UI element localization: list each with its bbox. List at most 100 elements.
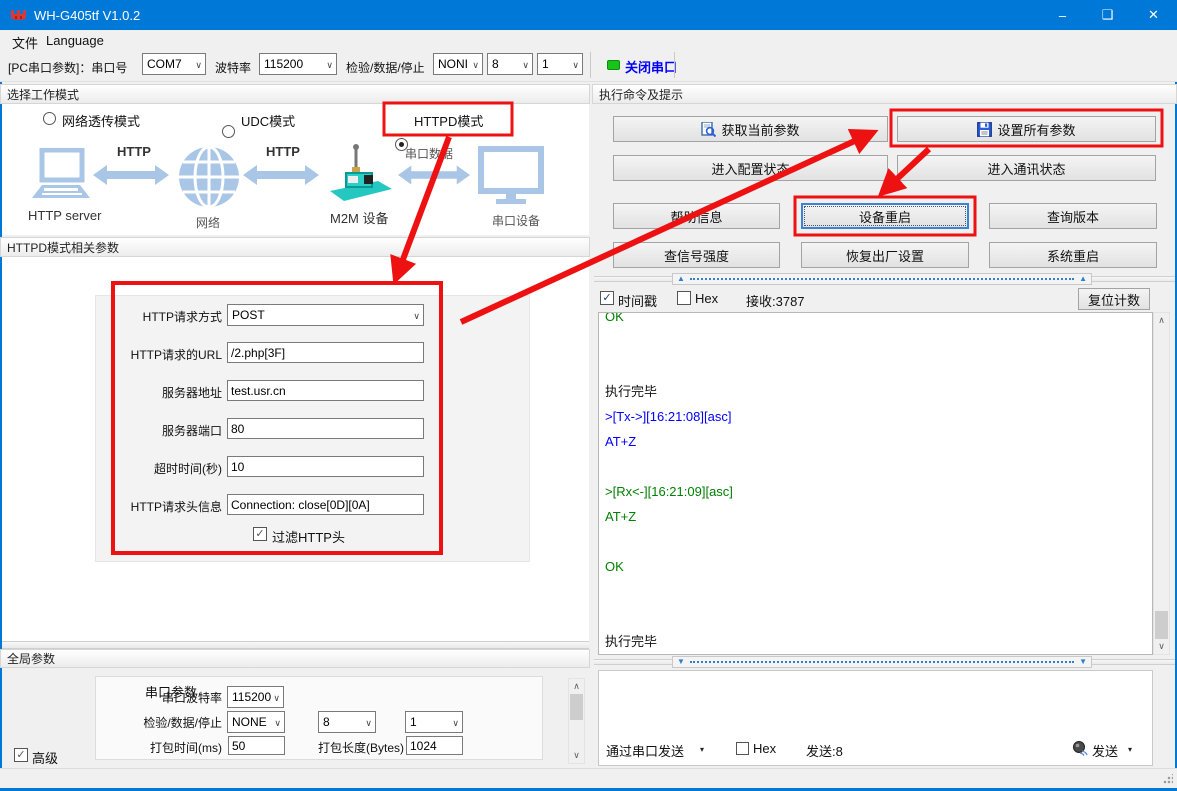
- maximize-icon: ❑: [1102, 7, 1114, 23]
- splitter-down-icon[interactable]: ▼: [677, 658, 685, 666]
- recv-hex-label: Hex: [695, 291, 718, 306]
- global-scrollbar-thumb[interactable]: [570, 694, 583, 720]
- menu-language[interactable]: Language: [46, 33, 104, 48]
- help-button[interactable]: 帮助信息: [613, 203, 780, 229]
- parity-label: 检验/数据/停止: [346, 59, 425, 76]
- timeout-input[interactable]: [227, 456, 424, 477]
- get-params-button[interactable]: 获取当前参数: [613, 116, 888, 142]
- global-parity-label: 检验/数据/停止: [120, 714, 222, 731]
- send-via-serial-button[interactable]: 通过串口发送: [606, 741, 684, 760]
- reset-count-button[interactable]: 复位计数: [1078, 288, 1150, 310]
- log-line: OK: [599, 554, 1152, 579]
- filter-http-label: 过滤HTTP头: [272, 527, 345, 546]
- global-scrollbar[interactable]: ∧ ∨: [568, 678, 585, 764]
- scroll-down-icon[interactable]: ∨: [1154, 639, 1169, 654]
- scroll-up-icon[interactable]: ∧: [1154, 313, 1169, 328]
- server-addr-input[interactable]: [227, 380, 424, 401]
- check-icon: ✓: [602, 293, 611, 304]
- menu-file[interactable]: 文件: [12, 33, 38, 52]
- log-line: >[Rx<-][16:21:09][asc]: [599, 479, 1152, 504]
- caret-down-icon[interactable]: ▾: [1128, 745, 1132, 754]
- scroll-up-icon[interactable]: ∧: [569, 679, 584, 694]
- radio-udc-label[interactable]: UDC模式: [241, 111, 295, 130]
- send-splitter[interactable]: ▼ ▼: [672, 656, 1092, 668]
- log-area[interactable]: OK 执行完毕>[Tx->][16:21:08][asc]AT+Z >[Rx<-…: [598, 312, 1153, 655]
- filter-http-checkbox[interactable]: ✓: [253, 527, 267, 541]
- splitter-up-icon[interactable]: ▲: [677, 275, 685, 283]
- signal-strength-button[interactable]: 查信号强度: [613, 242, 780, 268]
- log-line: >[Tx->][16:21:08][asc]: [599, 404, 1152, 429]
- timestamp-checkbox[interactable]: ✓: [600, 291, 614, 305]
- send-hex-checkbox[interactable]: [736, 742, 749, 755]
- scroll-down-icon[interactable]: ∨: [569, 748, 584, 763]
- set-params-button[interactable]: 设置所有参数: [897, 116, 1156, 142]
- query-version-button[interactable]: 查询版本: [989, 203, 1157, 229]
- global-stopbits-select[interactable]: 1 ∨: [405, 711, 463, 733]
- splitter-up-icon[interactable]: ▲: [1079, 275, 1087, 283]
- advanced-label: 高级: [32, 748, 58, 767]
- log-scrollbar-thumb[interactable]: [1155, 611, 1168, 639]
- packtime-input[interactable]: [228, 736, 285, 755]
- check-icon: ✓: [255, 529, 264, 540]
- chevron-down-icon: ∨: [274, 719, 281, 727]
- splitter-groove: [1090, 659, 1175, 665]
- radio-udc-mode[interactable]: [222, 125, 235, 138]
- send-button[interactable]: 发送: [1092, 741, 1118, 760]
- factory-reset-button[interactable]: 恢复出厂设置: [801, 242, 969, 268]
- minimize-button[interactable]: –: [1040, 0, 1085, 30]
- menu-bar: [0, 30, 1177, 51]
- radio-transparent-label[interactable]: 网络透传模式: [62, 111, 140, 130]
- global-parity-select[interactable]: NONE ∨: [227, 711, 285, 733]
- close-icon: ✕: [1148, 7, 1159, 23]
- maximize-button[interactable]: ❑: [1085, 0, 1130, 30]
- packlen-input[interactable]: [406, 736, 463, 755]
- recv-hex-checkbox[interactable]: [677, 291, 691, 305]
- enter-config-button[interactable]: 进入配置状态: [613, 155, 888, 181]
- resize-grip[interactable]: [1163, 774, 1173, 784]
- close-serial-button[interactable]: 关闭串口: [625, 57, 677, 76]
- close-button[interactable]: ✕: [1130, 0, 1177, 30]
- global-databits-select[interactable]: 8 ∨: [318, 711, 376, 733]
- com-port-value: COM7: [147, 57, 182, 71]
- set-params-label: 设置所有参数: [997, 120, 1075, 139]
- caret-down-icon[interactable]: ▾: [700, 745, 704, 754]
- baud-select[interactable]: 115200 ∨: [259, 53, 337, 75]
- server-addr-label: 服务器地址: [60, 384, 222, 401]
- server-port-input[interactable]: [227, 418, 424, 439]
- check-icon: ✓: [16, 750, 25, 761]
- advanced-checkbox[interactable]: ✓: [14, 748, 28, 762]
- app-window: WH-G405tf V1.0.2 – ❑ ✕ 文件 Language [PC串口…: [0, 0, 1177, 791]
- sent-count: 发送:8: [806, 741, 843, 760]
- timeout-label: 超时时间(秒): [60, 460, 222, 477]
- reboot-device-button[interactable]: 设备重启: [801, 203, 969, 229]
- databits-select[interactable]: 8 ∨: [487, 53, 533, 75]
- system-reboot-button[interactable]: 系统重启: [989, 242, 1157, 268]
- enter-config-label: 进入配置状态: [711, 159, 789, 178]
- com-port-select[interactable]: COM7 ∨: [142, 53, 206, 75]
- http-url-input[interactable]: [227, 342, 424, 363]
- pc-serial-group-label: [PC串口参数]：串口号: [8, 59, 127, 76]
- splitter-groove: [594, 659, 674, 665]
- help-label: 帮助信息: [670, 207, 722, 226]
- left-splitter[interactable]: [2, 641, 589, 649]
- chevron-down-icon: ∨: [413, 312, 420, 320]
- parity-select[interactable]: NONI ∨: [433, 53, 483, 75]
- radio-httpd-label[interactable]: HTTPD模式: [414, 111, 483, 130]
- log-splitter[interactable]: ▲ ▲: [672, 273, 1092, 285]
- laptop-icon: [30, 148, 92, 206]
- timestamp-label: 时间戳: [618, 291, 657, 310]
- baud-label: 波特率: [215, 59, 251, 76]
- global-baud-select[interactable]: 115200 ∨: [227, 686, 284, 708]
- send-sound-icon: [1072, 740, 1088, 756]
- http-method-select[interactable]: POST ∨: [227, 304, 424, 326]
- global-baud-value: 115200: [232, 690, 271, 704]
- diagram-node-http-server: HTTP server: [28, 208, 101, 223]
- stopbits-select[interactable]: 1 ∨: [537, 53, 583, 75]
- monitor-icon: [478, 146, 544, 206]
- radio-transparent-mode[interactable]: [43, 112, 56, 125]
- http-header-input[interactable]: [227, 494, 424, 515]
- enter-comm-button[interactable]: 进入通讯状态: [897, 155, 1156, 181]
- log-line: AT+Z: [599, 504, 1152, 529]
- log-scrollbar[interactable]: ∧ ∨: [1153, 312, 1170, 655]
- splitter-down-icon[interactable]: ▼: [1079, 658, 1087, 666]
